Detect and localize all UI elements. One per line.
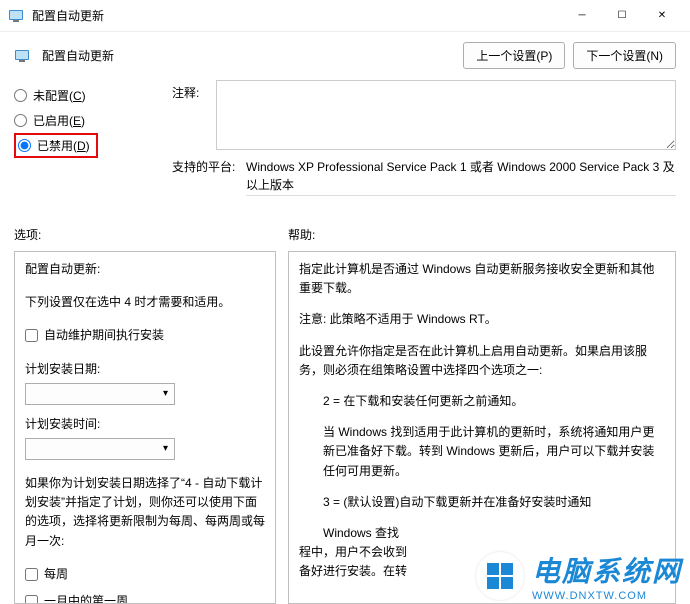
options-note: 下列设置仅在选中 4 时才需要和适用。	[25, 293, 265, 312]
window-controls: ─ ☐ ✕	[562, 2, 682, 30]
help-p5: 当 Windows 找到适用于此计算机的更新时，系统将通知用户更新已准备好下载。…	[299, 423, 665, 481]
radio-disabled[interactable]: 已禁用(D)	[18, 137, 90, 154]
next-setting-button[interactable]: 下一个设置(N)	[573, 42, 676, 69]
comment-row: 注释:	[172, 80, 676, 150]
policy-icon	[14, 48, 30, 64]
chk-first-week-input[interactable]	[25, 595, 38, 604]
close-button[interactable]: ✕	[642, 2, 682, 30]
week-note: 如果你为计划安装日期选择了“4 - 自动下载计划安装”并指定了计划，则你还可以使…	[25, 474, 265, 551]
radio-enabled-input[interactable]	[14, 114, 27, 127]
chk-weekly-input[interactable]	[25, 568, 38, 581]
chk-maintenance[interactable]: 自动维护期间执行安装	[25, 322, 265, 349]
platform-text: Windows XP Professional Service Pack 1 或…	[246, 158, 676, 196]
chevron-down-icon: ▾	[163, 441, 168, 457]
maximize-button[interactable]: ☐	[602, 2, 642, 30]
radio-disabled-highlight: 已禁用(D)	[14, 133, 98, 158]
help-p7b: 程中，用户不会收到	[299, 543, 665, 562]
nav-buttons: 上一个设置(P) 下一个设置(N)	[463, 42, 676, 69]
help-panel: 指定此计算机是否通过 Windows 自动更新服务接收安全更新和其他重要下载。 …	[288, 251, 676, 604]
comment-input[interactable]	[216, 80, 676, 150]
help-column: 帮助: 指定此计算机是否通过 Windows 自动更新服务接收安全更新和其他重要…	[288, 222, 676, 604]
prev-setting-button[interactable]: 上一个设置(P)	[463, 42, 565, 69]
app-icon	[8, 8, 24, 24]
chk-first-week-label: 一月中的第一周	[44, 592, 128, 604]
install-time-label: 计划安装时间:	[25, 415, 265, 434]
header-row: 配置自动更新 上一个设置(P) 下一个设置(N)	[0, 32, 690, 75]
help-p2: 注意: 此策略不适用于 Windows RT。	[299, 310, 665, 329]
platform-row: 支持的平台: Windows XP Professional Service P…	[172, 158, 676, 196]
minimize-button[interactable]: ─	[562, 2, 602, 30]
chk-maintenance-label: 自动维护期间执行安装	[44, 326, 164, 345]
platform-label: 支持的平台:	[172, 158, 238, 196]
help-p7a: Windows 查找	[299, 524, 665, 543]
help-p4: 2 = 在下载和安装任何更新之前通知。	[299, 392, 665, 411]
chk-weekly-label: 每周	[44, 565, 68, 584]
window-title: 配置自动更新	[32, 7, 562, 24]
prev-setting-label: 上一个设置(P)	[476, 49, 552, 63]
install-day-label: 计划安装日期:	[25, 360, 265, 379]
chk-first-week[interactable]: 一月中的第一周	[25, 588, 265, 604]
help-p3: 此设置允许你指定是否在此计算机上启用自动更新。如果启用该服务，则必须在组策略设置…	[299, 342, 665, 380]
radio-disabled-input[interactable]	[18, 139, 31, 152]
help-p6: 3 = (默认设置)自动下载更新并在准备好安装时通知	[299, 493, 665, 512]
chk-maintenance-input[interactable]	[25, 329, 38, 342]
right-top-panel: 注释: 支持的平台: Windows XP Professional Servi…	[172, 80, 676, 196]
titlebar: 配置自动更新 ─ ☐ ✕	[0, 0, 690, 32]
radio-disabled-label: 已禁用(D)	[37, 137, 90, 154]
options-title: 配置自动更新:	[25, 260, 265, 279]
comment-label: 注释:	[172, 80, 208, 101]
next-setting-label: 下一个设置(N)	[586, 49, 663, 63]
options-column: 选项: 配置自动更新: 下列设置仅在选中 4 时才需要和适用。 自动维护期间执行…	[14, 222, 276, 604]
radio-enabled-label: 已启用(E)	[33, 112, 85, 129]
options-section-label: 选项:	[14, 222, 276, 251]
lower-area: 选项: 配置自动更新: 下列设置仅在选中 4 时才需要和适用。 自动维护期间执行…	[14, 222, 676, 604]
radio-not-configured-input[interactable]	[14, 89, 27, 102]
install-time-select[interactable]: ▾	[25, 438, 175, 460]
help-section-label: 帮助:	[288, 222, 676, 251]
help-p1: 指定此计算机是否通过 Windows 自动更新服务接收安全更新和其他重要下载。	[299, 260, 665, 298]
chevron-down-icon: ▾	[163, 386, 168, 402]
page-title: 配置自动更新	[42, 47, 451, 64]
chk-weekly[interactable]: 每周	[25, 561, 265, 588]
options-panel: 配置自动更新: 下列设置仅在选中 4 时才需要和适用。 自动维护期间执行安装 计…	[14, 251, 276, 604]
help-p7c: 备好进行安装。在转	[299, 562, 665, 581]
radio-not-configured-label: 未配置(C)	[33, 87, 86, 104]
install-day-select[interactable]: ▾	[25, 383, 175, 405]
